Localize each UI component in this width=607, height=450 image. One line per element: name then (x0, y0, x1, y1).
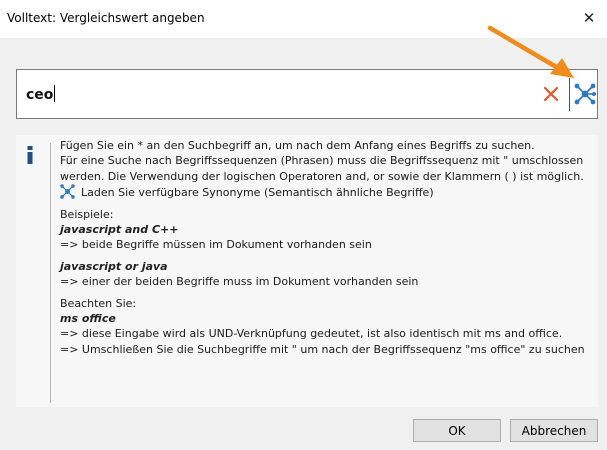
help-separator (50, 143, 51, 403)
close-icon: ✕ (582, 9, 596, 27)
close-button[interactable]: ✕ (577, 6, 601, 30)
example-query: javascript or java (60, 259, 168, 273)
help-line: Fügen Sie ein * an den Suchbegriff an, u… (60, 139, 535, 152)
example-result: => beide Begriffe müssen im Dokument vor… (60, 238, 372, 252)
help-text: Fügen Sie ein * an den Suchbegriff an, u… (60, 138, 592, 357)
note-line: => Umschließen Sie die Suchbegriffe mit … (60, 342, 585, 356)
text-caret (54, 85, 56, 102)
synonym-hint: Laden Sie verfügbare Synonyme (Semantisc… (60, 184, 592, 200)
ok-button[interactable]: OK (413, 419, 501, 442)
help-line: Für eine Suche nach Begriffssequenzen (P… (60, 154, 584, 183)
network-synonym-icon (60, 184, 75, 199)
window-title: Volltext: Vergleichswert angeben (7, 11, 205, 25)
info-icon (27, 146, 33, 164)
orange-arrow (487, 25, 574, 78)
examples-heading: Beispiele: (60, 207, 114, 221)
cancel-button[interactable]: Abbrechen (510, 419, 598, 442)
example-result: => einer der beiden Begriffe muss im Dok… (60, 275, 419, 289)
note-line: => diese Eingabe wird als UND-Verknüpfun… (60, 327, 563, 341)
note-heading: Beachten Sie: (60, 296, 137, 310)
note-query: ms office (60, 312, 116, 326)
example-query: javascript and C++ (60, 223, 179, 237)
help-panel: Fügen Sie ein * an den Suchbegriff an, u… (16, 135, 598, 407)
search-value: ceo (26, 85, 56, 103)
